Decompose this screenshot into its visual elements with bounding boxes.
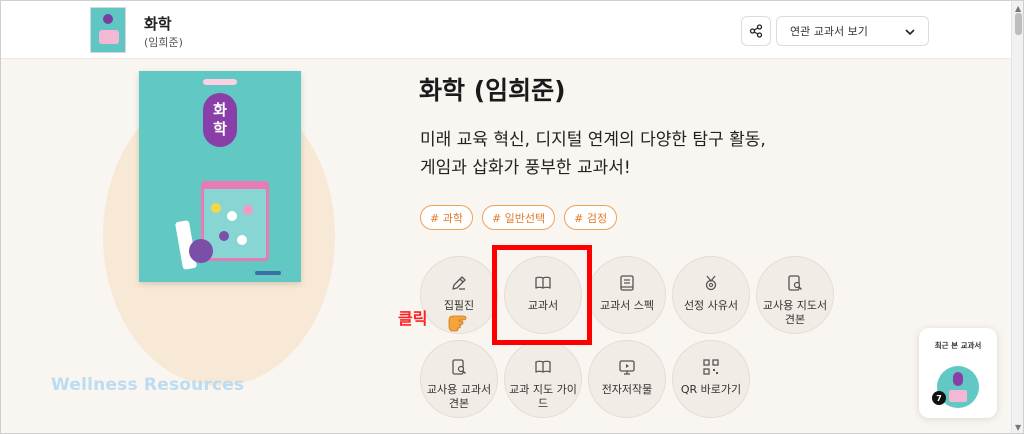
action-label: 교사용 지도서 견본	[762, 299, 828, 326]
cover-badge-char-2: 학	[213, 120, 227, 138]
share-button[interactable]	[741, 16, 771, 46]
thumb-illustration	[99, 30, 119, 44]
book-thumbnail[interactable]	[90, 7, 126, 53]
book-description: 미래 교육 혁신, 디지털 연계의 다양한 탐구 활동, 게임과 삽화가 풍부한…	[420, 126, 766, 182]
tag-list: # 과학 # 일반선택 # 검정	[420, 205, 618, 230]
medal-icon	[705, 275, 717, 291]
action-teacher-textbook-sample-button[interactable]: 교사용 교과서 견본	[420, 340, 498, 418]
action-subject-guide-button[interactable]: 교과 지도 가이드	[504, 340, 582, 418]
action-qr-shortcut-button[interactable]: QR 바로가기	[672, 340, 750, 418]
recent-thumb-illustration	[949, 390, 967, 402]
action-teacher-guide-sample-button[interactable]: 교사용 지도서 견본	[756, 256, 834, 334]
action-digital-material-button[interactable]: 전자저작물	[588, 340, 666, 418]
cover-ball	[211, 203, 221, 213]
action-label: 교과서 스펙	[599, 299, 655, 312]
book-open-icon	[535, 360, 551, 373]
header-title: 화학	[144, 15, 172, 33]
highlight-box	[492, 245, 592, 345]
action-label: QR 바로가기	[680, 383, 742, 396]
thumb-badge	[103, 14, 113, 24]
cover-title-badge: 화 학	[203, 93, 237, 147]
action-label: 교사용 교과서 견본	[426, 383, 492, 410]
top-header: 화학 (임희준) 연관 교과서 보기	[1, 1, 1011, 59]
doc-search-icon	[788, 275, 802, 291]
tag-general-elective[interactable]: # 일반선택	[481, 205, 556, 230]
qr-icon	[703, 359, 719, 375]
share-icon	[749, 24, 763, 38]
action-label: 선정 사유서	[683, 299, 739, 312]
recent-title: 최근 본 교과서	[934, 341, 982, 350]
doc-search-icon	[452, 359, 466, 375]
recently-viewed-widget[interactable]: 최근 본 교과서 7	[919, 328, 997, 418]
tag-science[interactable]: # 과학	[420, 205, 473, 230]
book-cover-image: 화 학	[139, 71, 301, 282]
page-frame: 화학 (임희준) 연관 교과서 보기 ▲ ▼ 화 학 Wellness Reso…	[0, 0, 1024, 434]
cover-ball	[219, 231, 229, 241]
recent-thumb-badge	[953, 372, 963, 386]
book-description-line-1: 미래 교육 혁신, 디지털 연계의 다양한 탐구 활동,	[420, 130, 766, 150]
action-label: 전자저작물	[601, 383, 653, 396]
cover-ball	[243, 205, 253, 215]
cover-flask	[189, 239, 213, 263]
watermark-text: Wellness Resources	[51, 375, 245, 395]
related-textbook-select[interactable]: 연관 교과서 보기	[776, 16, 929, 46]
recent-count-badge: 7	[932, 391, 946, 405]
pointing-hand-icon	[448, 315, 467, 332]
cover-publisher-logo	[255, 271, 281, 275]
click-annotation-label: 클릭	[398, 309, 428, 328]
scroll-up-arrow-icon[interactable]: ▲	[1015, 4, 1021, 13]
chevron-down-icon	[905, 29, 915, 36]
cover-ball	[237, 235, 247, 245]
action-selection-reason-button[interactable]: 선정 사유서	[672, 256, 750, 334]
book-description-line-2: 게임과 삽화가 풍부한 교과서!	[420, 158, 631, 178]
monitor-icon	[619, 360, 635, 375]
action-textbook-spec-button[interactable]: 교과서 스펙	[588, 256, 666, 334]
scroll-down-arrow-icon[interactable]: ▼	[1015, 423, 1021, 432]
cover-top-tag	[203, 79, 237, 85]
pen-icon	[452, 276, 466, 290]
action-label: 교과 지도 가이드	[509, 383, 577, 410]
book-title: 화학 (임희준)	[419, 76, 566, 105]
tag-certified[interactable]: # 검정	[564, 205, 618, 230]
scrollbar[interactable]: ▲ ▼	[1011, 1, 1023, 433]
spec-book-icon	[620, 275, 634, 291]
scroll-thumb[interactable]	[1015, 13, 1022, 35]
cover-badge-char-1: 화	[213, 101, 227, 120]
header-subtitle: (임희준)	[144, 36, 183, 49]
cover-ball	[227, 211, 237, 221]
related-select-label: 연관 교과서 보기	[790, 25, 868, 38]
